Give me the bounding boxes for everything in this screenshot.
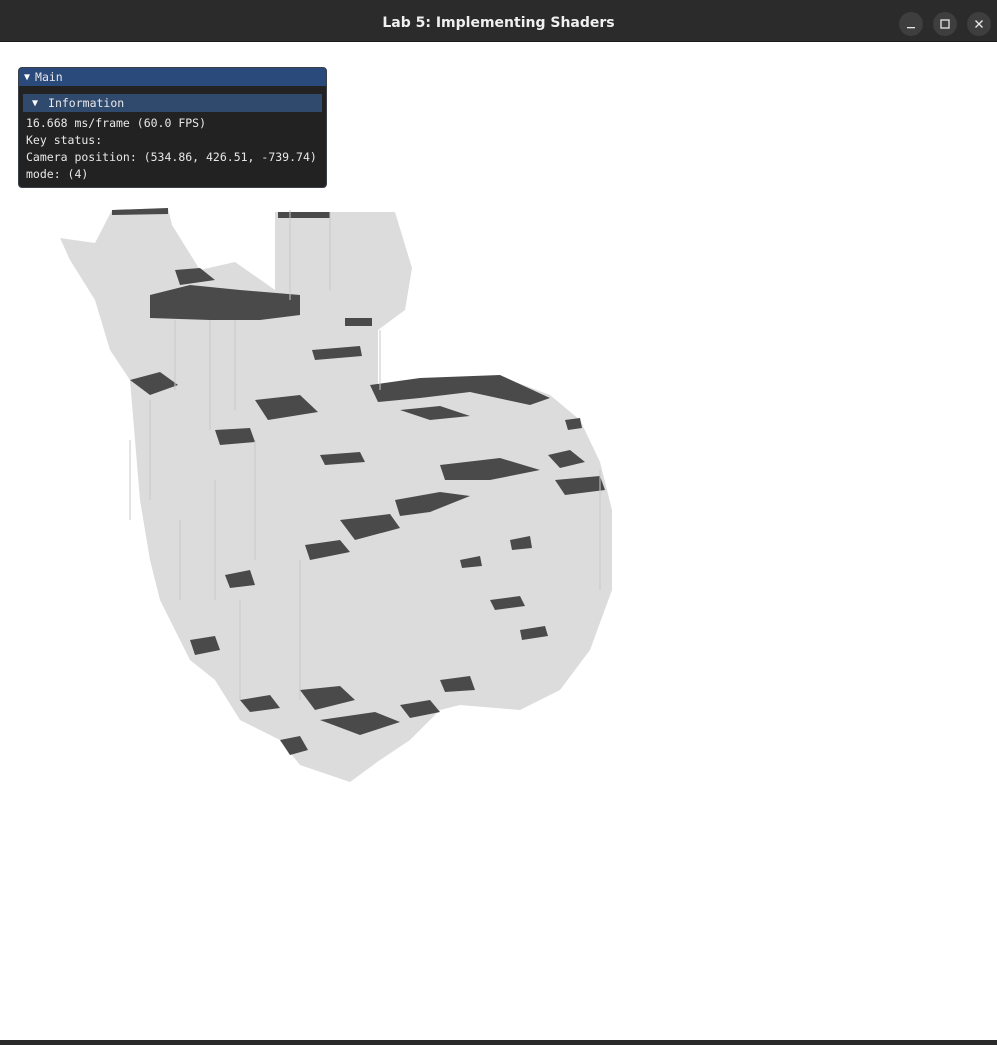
minimize-icon xyxy=(907,27,915,29)
maximize-icon xyxy=(940,19,950,29)
information-header-label: Information xyxy=(48,96,125,110)
key-status-readout: Key status: xyxy=(26,133,103,147)
close-button[interactable] xyxy=(967,12,991,36)
minimize-button[interactable] xyxy=(899,12,923,36)
imgui-main-window[interactable]: ▼ Main ▼ Information 16.668 ms/frame (60… xyxy=(18,67,327,188)
render-viewport[interactable] xyxy=(0,42,997,1040)
information-collapsing-header[interactable]: ▼ Information xyxy=(23,94,322,112)
fps-readout: 16.668 ms/frame (60.0 FPS) xyxy=(26,116,207,130)
imgui-window-title: Main xyxy=(35,70,63,84)
window-titlebar[interactable]: Lab 5: Implementing Shaders xyxy=(0,0,997,42)
bottom-border xyxy=(0,1040,997,1045)
close-icon xyxy=(975,20,983,28)
mode-readout: mode: (4) xyxy=(26,167,89,181)
voxel-model xyxy=(60,208,612,782)
imgui-title-bar[interactable]: ▼ Main xyxy=(19,68,326,86)
maximize-button[interactable] xyxy=(933,12,957,36)
camera-position-readout: Camera position: (534.86, 426.51, -739.7… xyxy=(26,150,317,164)
expand-triangle-icon[interactable]: ▼ xyxy=(32,98,38,109)
information-body: 16.668 ms/frame (60.0 FPS) Key status: C… xyxy=(19,112,326,183)
window-title: Lab 5: Implementing Shaders xyxy=(382,15,615,31)
collapse-triangle-icon[interactable]: ▼ xyxy=(24,72,30,83)
